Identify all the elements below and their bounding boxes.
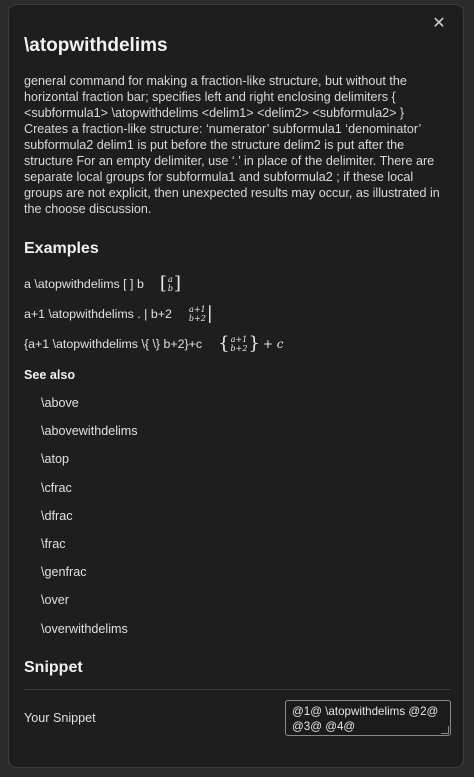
numerator: a+1 <box>230 335 248 344</box>
example-row: {a+1 \atopwithdelims \{ \} b+2}+c {a+1 b+2… <box>24 329 451 359</box>
see-also-link[interactable]: \atop <box>24 445 451 473</box>
see-also-link[interactable]: \overwithdelims <box>24 615 451 643</box>
denominator: b <box>167 284 173 293</box>
denominator: b+2 <box>188 314 206 323</box>
see-also-link[interactable]: \genfrac <box>24 558 451 586</box>
snippet-divider <box>24 688 451 690</box>
numerator: a+1 <box>189 305 206 314</box>
example-code: a+1 \atopwithdelims . | b+2 <box>24 307 172 321</box>
see-also-list: \above \abovewithdelims \atop \cfrac \dfrac \… <box>24 389 451 643</box>
snippet-row: Your Snippet @1@ \atopwithdelims @2@ @3@… <box>24 699 451 736</box>
see-also-link[interactable]: \dfrac <box>24 502 451 530</box>
see-also-link[interactable]: \above <box>24 389 451 417</box>
example-code: {a+1 \atopwithdelims \{ \} b+2}+c <box>24 337 203 351</box>
left-delimiter: [ <box>159 273 167 294</box>
examples-heading: Examples <box>24 240 99 257</box>
resize-grip-icon[interactable] <box>441 725 449 734</box>
command-detail-panel: ✕ \atopwithdelims general command for ma… <box>8 4 464 768</box>
examples-list: a \atopwithdelims [ ] b[a b] a+1 \atopwith… <box>24 269 451 359</box>
see-also-link[interactable]: \cfrac <box>24 474 451 502</box>
denominator: b+2 <box>230 344 248 353</box>
atop-fraction: ab <box>168 275 173 293</box>
example-row: a \atopwithdelims [ ] b [a b] <box>24 269 451 299</box>
left-delimiter: { <box>218 333 230 354</box>
atop-fraction: a+1 b+2 <box>189 305 206 323</box>
example-rendered-math: a+1 b+2 | <box>188 303 213 324</box>
page-title: \atopwithdelims <box>24 35 168 56</box>
snippet-label: Your Snippet <box>24 710 96 725</box>
see-also-link[interactable]: \over <box>24 586 451 614</box>
snippet-heading: Snippet <box>24 658 83 676</box>
example-row: a+1 \atopwithdelims . | b+2 a+1 b+2 | <box>24 299 451 329</box>
right-delimiter: } <box>248 333 260 354</box>
see-also-heading: See also <box>24 368 76 382</box>
command-description: general command for making a fraction-li… <box>24 74 440 216</box>
example-code: a \atopwithdelims [ ] b <box>24 277 144 291</box>
snippet-text: @1@ \atopwithdelims @2@ @3@ @4@ <box>292 704 439 733</box>
math-tail: + c <box>262 337 284 351</box>
example-rendered-math: [a b] <box>159 273 182 294</box>
see-also-link[interactable]: \abovewithdelims <box>24 417 451 445</box>
atop-fraction: a+1 b+2 <box>231 335 248 353</box>
panel-content: \atopwithdelims general command for maki… <box>24 31 451 736</box>
snippet-textarea[interactable]: @1@ \atopwithdelims @2@ @3@ @4@ <box>285 699 451 736</box>
right-delimiter: | <box>206 303 213 324</box>
right-delimiter: ] <box>174 273 182 294</box>
see-also-link[interactable]: \frac <box>24 530 451 558</box>
numerator: a <box>168 275 173 284</box>
example-rendered-math: {a+1 b+2} + c <box>218 333 284 354</box>
